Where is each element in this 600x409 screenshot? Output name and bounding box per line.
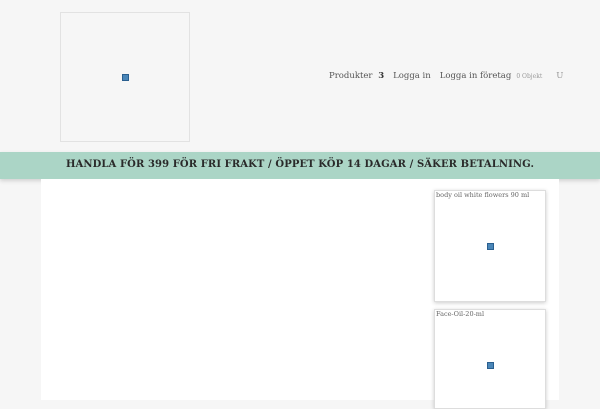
nav-login-company[interactable]: Logga in företag — [440, 71, 512, 81]
user-icon[interactable]: U — [556, 71, 563, 81]
broken-image-icon — [487, 362, 494, 369]
product-title[interactable]: body oil white flowers 90 ml — [435, 191, 545, 199]
promo-banner: HANDLA FÖR 399 FÖR FRI FRAKT / ÖPPET KÖP… — [0, 152, 600, 179]
nav-products-label: Produkter — [329, 71, 373, 81]
product-card[interactable]: Face-Oil-20-ml — [434, 309, 546, 409]
main-nav: Produkter 3 Logga in Logga in företag 0 … — [329, 71, 563, 81]
product-card[interactable]: body oil white flowers 90 ml — [434, 190, 546, 302]
broken-image-icon — [487, 243, 494, 250]
nav-login[interactable]: Logga in — [393, 71, 431, 81]
nav-products[interactable]: Produkter 3 — [329, 71, 384, 81]
product-title[interactable]: Face-Oil-20-ml — [435, 310, 545, 318]
products-count: 3 — [378, 71, 385, 81]
broken-image-icon — [122, 74, 129, 81]
site-logo[interactable] — [60, 12, 190, 142]
cart-link[interactable]: 0 Objekt — [516, 73, 542, 80]
